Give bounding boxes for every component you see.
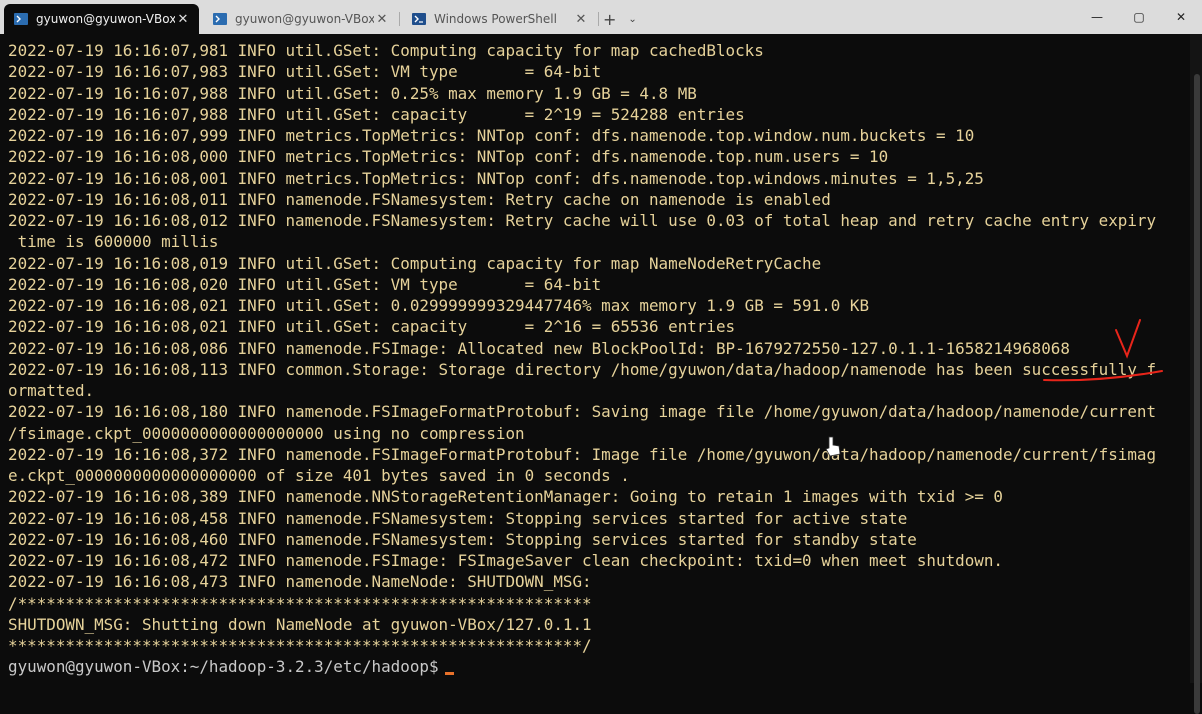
log-line: time is 600000 millis	[8, 232, 219, 252]
powershell-icon	[412, 13, 426, 25]
log-line: 2022-07-19 16:16:07,983 INFO util.GSet: …	[8, 62, 602, 82]
log-line: ****************************************…	[8, 636, 592, 655]
log-line: 2022-07-19 16:16:08,019 INFO util.GSet: …	[8, 253, 822, 273]
close-tab-icon[interactable]: ✕	[175, 12, 191, 27]
log-line: 2022-07-19 16:16:08,472 INFO namenode.FS…	[8, 551, 1003, 570]
log-line: 2022-07-19 16:16:07,988 INFO util.GSet: …	[8, 83, 697, 103]
tab-1[interactable]: gyuwon@gyuwon-VBox: ~/h ✕	[4, 4, 199, 34]
scrollbar-thumb[interactable]	[1194, 74, 1200, 714]
terminal-output[interactable]: 2022-07-19 16:16:07,981 INFO util.GSet: …	[0, 40, 1190, 683]
log-line: 2022-07-19 16:16:08,021 INFO util.GSet: …	[8, 296, 870, 315]
log-line: 2022-07-19 16:16:08,113 INFO common.Stor…	[8, 359, 1157, 379]
log-line: 2022-07-19 16:16:08,021 INFO util.GSet: …	[8, 317, 736, 337]
title-bar: gyuwon@gyuwon-VBox: ~/h ✕ gyuwon@gyuwon-…	[0, 0, 1202, 34]
tab-3[interactable]: Windows PowerShell ✕	[402, 4, 599, 34]
log-line: 2022-07-19 16:16:08,011 INFO namenode.FS…	[8, 189, 831, 209]
log-line: 2022-07-19 16:16:07,988 INFO util.GSet: …	[8, 104, 745, 124]
log-line: 2022-07-19 16:16:08,001 INFO metrics.Top…	[8, 168, 984, 188]
log-line: ormatted.	[8, 381, 95, 400]
log-line: e.ckpt_0000000000000000000 of size 401 b…	[8, 466, 630, 485]
log-line: 2022-07-19 16:16:08,473 INFO namenode.Na…	[8, 572, 592, 592]
tab-label: gyuwon@gyuwon-VBox: ~/ha	[235, 12, 374, 26]
maximize-button[interactable]: ▢	[1118, 0, 1160, 34]
tab-divider	[598, 12, 599, 26]
tab-label: gyuwon@gyuwon-VBox: ~/h	[36, 12, 175, 26]
text-cursor	[444, 672, 454, 676]
log-line: 2022-07-19 16:16:08,020 INFO util.GSet: …	[8, 274, 602, 294]
tab-divider	[399, 12, 400, 26]
new-tab-button[interactable]: +	[597, 4, 622, 34]
log-line: /***************************************…	[8, 593, 592, 613]
shell-prompt[interactable]: gyuwon@gyuwon-VBox:~/hadoop-3.2.3/etc/ha…	[8, 656, 1190, 677]
log-line: 2022-07-19 16:16:07,999 INFO metrics.Top…	[8, 126, 975, 145]
minimize-button[interactable]: —	[1076, 0, 1118, 34]
close-window-button[interactable]: ✕	[1160, 0, 1202, 34]
log-line: /fsimage.ckpt_0000000000000000000 using …	[8, 423, 525, 443]
log-line: 2022-07-19 16:16:07,981 INFO util.GSet: …	[8, 41, 764, 60]
log-line: 2022-07-19 16:16:08,180 INFO namenode.FS…	[8, 402, 1157, 422]
tab-2[interactable]: gyuwon@gyuwon-VBox: ~/ha ✕	[203, 4, 400, 34]
close-tab-icon[interactable]: ✕	[374, 12, 390, 27]
log-line: 2022-07-19 16:16:08,000 INFO metrics.Top…	[8, 147, 889, 167]
prompt-text: gyuwon@gyuwon-VBox:~/hadoop-3.2.3/etc/ha…	[8, 657, 439, 677]
log-line: 2022-07-19 16:16:08,012 INFO namenode.FS…	[8, 211, 1157, 230]
terminal-icon	[14, 13, 28, 25]
log-line: 2022-07-19 16:16:08,389 INFO namenode.NN…	[8, 487, 1003, 507]
log-line: 2022-07-19 16:16:08,458 INFO namenode.FS…	[8, 508, 908, 528]
terminal-icon	[213, 13, 227, 25]
scrollbar[interactable]	[1190, 34, 1202, 714]
log-line: 2022-07-19 16:16:08,086 INFO namenode.FS…	[8, 338, 1070, 358]
tab-label: Windows PowerShell	[434, 12, 557, 26]
log-line: 2022-07-19 16:16:08,460 INFO namenode.FS…	[8, 529, 917, 549]
close-tab-icon[interactable]: ✕	[573, 12, 589, 27]
log-line: SHUTDOWN_MSG: Shutting down NameNode at …	[8, 614, 592, 634]
chevron-down-icon[interactable]: ⌄	[622, 4, 642, 34]
log-line: 2022-07-19 16:16:08,372 INFO namenode.FS…	[8, 444, 1157, 464]
window-controls: — ▢ ✕	[1076, 0, 1202, 34]
